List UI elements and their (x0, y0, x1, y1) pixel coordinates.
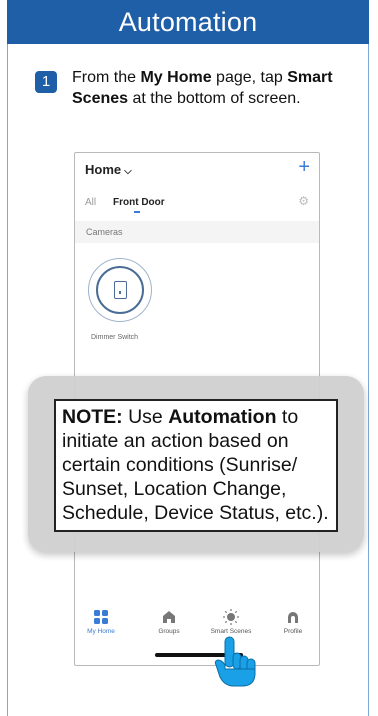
step-text-part: at the bottom of screen. (128, 90, 301, 107)
add-icon[interactable]: + (298, 156, 310, 179)
chevron-down-icon: ⌵ (124, 166, 132, 177)
tap-hand-icon (214, 636, 256, 687)
nav-groups[interactable]: Groups (139, 609, 199, 635)
active-tab-indicator (134, 211, 140, 213)
step-instruction: From the My Home page, tap Smart Scenes … (72, 67, 362, 109)
tab-all[interactable]: All (85, 197, 96, 208)
gear-icon[interactable]: ⚙ (298, 194, 309, 208)
step-number-badge: 1 (35, 71, 57, 93)
tab-front-door[interactable]: Front Door (113, 197, 165, 208)
sun-icon (223, 609, 239, 625)
note-text-part: Use (122, 406, 169, 428)
section-header: Cameras (75, 221, 319, 243)
note-box: NOTE: Use Automation to initiate an acti… (54, 399, 338, 532)
light-switch-icon (114, 281, 127, 299)
device-icon-ring (96, 266, 144, 314)
grid-icon (94, 610, 108, 624)
device-tile[interactable] (88, 258, 152, 322)
switch-toggle-dot (119, 291, 121, 294)
step-text-part: page, tap (211, 69, 288, 86)
home-dropdown[interactable]: Home ⌵ (85, 162, 132, 177)
note-label: NOTE: (62, 406, 123, 428)
nav-profile[interactable]: Profile (263, 609, 323, 635)
bottom-nav: My Home Groups Smart Scenes Profile (75, 609, 319, 643)
device-label: Dimmer Switch (91, 334, 139, 341)
step-text-part: From the (72, 69, 141, 86)
profile-icon (288, 612, 298, 623)
page-header: Automation (7, 0, 369, 44)
nav-my-home[interactable]: My Home (71, 609, 131, 635)
nav-label: Groups (158, 628, 180, 635)
note-text-bold: Automation (168, 406, 277, 428)
nav-label: Smart Scenes (210, 628, 252, 635)
step-text-bold: My Home (140, 69, 212, 86)
nav-label: Profile (283, 628, 303, 635)
nav-label: My Home (87, 628, 115, 635)
house-icon (163, 611, 175, 623)
page-title: Automation (118, 7, 258, 37)
nav-smart-scenes[interactable]: Smart Scenes (201, 609, 261, 635)
home-title: Home (85, 162, 122, 177)
